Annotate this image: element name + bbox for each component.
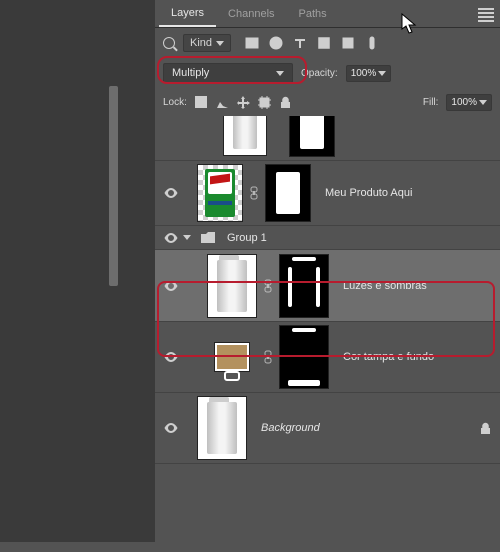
filter-smartobject-icon[interactable] xyxy=(341,36,355,50)
lock-artboard-icon[interactable] xyxy=(258,96,271,109)
filter-toggle-icon[interactable] xyxy=(365,36,379,50)
layer-thumbnail[interactable] xyxy=(223,116,267,156)
fill-label: Fill: xyxy=(423,97,439,108)
layer-thumbnail[interactable] xyxy=(207,254,257,318)
layer-row-luzes[interactable]: Luzes e sombras xyxy=(155,250,500,322)
chevron-down-icon xyxy=(216,41,224,46)
panel-menu-icon[interactable] xyxy=(478,8,494,20)
layer-row-produto[interactable]: Meu Produto Aqui xyxy=(155,161,500,226)
link-icon[interactable] xyxy=(263,279,273,293)
visibility-toggle[interactable] xyxy=(163,280,179,292)
layer-name[interactable]: Luzes e sombras xyxy=(343,280,427,292)
layer-group-row[interactable]: Group 1 xyxy=(155,226,500,250)
visibility-toggle[interactable] xyxy=(163,351,179,363)
lock-label: Lock: xyxy=(163,97,187,108)
layer-row-background[interactable]: Background xyxy=(155,393,500,464)
layer-name[interactable]: Meu Produto Aqui xyxy=(325,187,412,199)
cursor-icon xyxy=(401,13,419,35)
filter-shape-icon[interactable] xyxy=(317,36,331,50)
folder-icon xyxy=(201,232,215,243)
layers-list: Meu Produto Aqui Group 1 xyxy=(155,116,500,552)
opacity-label: Opacity: xyxy=(301,68,338,79)
link-icon[interactable] xyxy=(249,186,259,200)
ruler xyxy=(109,86,118,286)
blend-mode-row: Multiply Opacity: 100% xyxy=(155,58,500,88)
layer-thumbnail[interactable] xyxy=(197,396,247,460)
lock-row: Lock: Fill: 100% xyxy=(155,88,500,116)
layers-panel: Layers Channels Paths Kind Multiply Opac… xyxy=(155,0,500,542)
layer-row-tampa[interactable]: Cor tampa e fundo xyxy=(155,322,500,393)
lock-transparent-icon[interactable] xyxy=(195,96,208,109)
lock-image-icon[interactable] xyxy=(216,96,229,109)
group-collapse-icon[interactable] xyxy=(183,235,191,240)
chevron-down-icon xyxy=(378,71,386,76)
blend-mode-dropdown[interactable]: Multiply xyxy=(163,63,293,83)
mask-thumbnail[interactable] xyxy=(279,325,329,389)
link-icon[interactable] xyxy=(263,350,273,364)
filter-kind-label: Kind xyxy=(190,37,212,49)
visibility-toggle[interactable] xyxy=(163,232,179,244)
filter-adjustment-icon[interactable] xyxy=(269,36,283,50)
mask-thumbnail[interactable] xyxy=(265,164,311,222)
lock-icon[interactable] xyxy=(478,421,492,435)
panel-tabbar: Layers Channels Paths xyxy=(155,0,500,28)
layer-name[interactable]: Background xyxy=(261,422,320,434)
lock-position-icon[interactable] xyxy=(237,96,250,109)
layer-filter-row: Kind xyxy=(155,28,500,58)
blend-mode-value: Multiply xyxy=(172,67,209,79)
chevron-down-icon xyxy=(276,71,284,76)
mask-thumbnail[interactable] xyxy=(289,116,335,157)
tab-layers[interactable]: Layers xyxy=(159,1,216,27)
opacity-value[interactable]: 100% xyxy=(346,65,392,82)
layer-name[interactable]: Group 1 xyxy=(227,232,267,244)
layer-thumbnail[interactable] xyxy=(197,164,243,222)
chevron-down-icon xyxy=(479,100,487,105)
tab-paths[interactable]: Paths xyxy=(287,2,339,26)
visibility-toggle[interactable] xyxy=(163,422,179,434)
filter-kind-dropdown[interactable]: Kind xyxy=(183,34,231,52)
visibility-toggle[interactable] xyxy=(163,187,179,199)
filter-type-icon[interactable] xyxy=(293,36,307,50)
tab-channels[interactable]: Channels xyxy=(216,2,286,26)
filter-pixel-icon[interactable] xyxy=(245,36,259,50)
fill-value[interactable]: 100% xyxy=(446,94,492,111)
mask-thumbnail[interactable] xyxy=(279,254,329,318)
layer-thumbnail[interactable] xyxy=(207,325,257,389)
layer-name[interactable]: Cor tampa e fundo xyxy=(343,351,434,363)
layer-row[interactable] xyxy=(155,116,500,161)
lock-all-icon[interactable] xyxy=(279,96,292,109)
search-icon xyxy=(163,37,175,49)
